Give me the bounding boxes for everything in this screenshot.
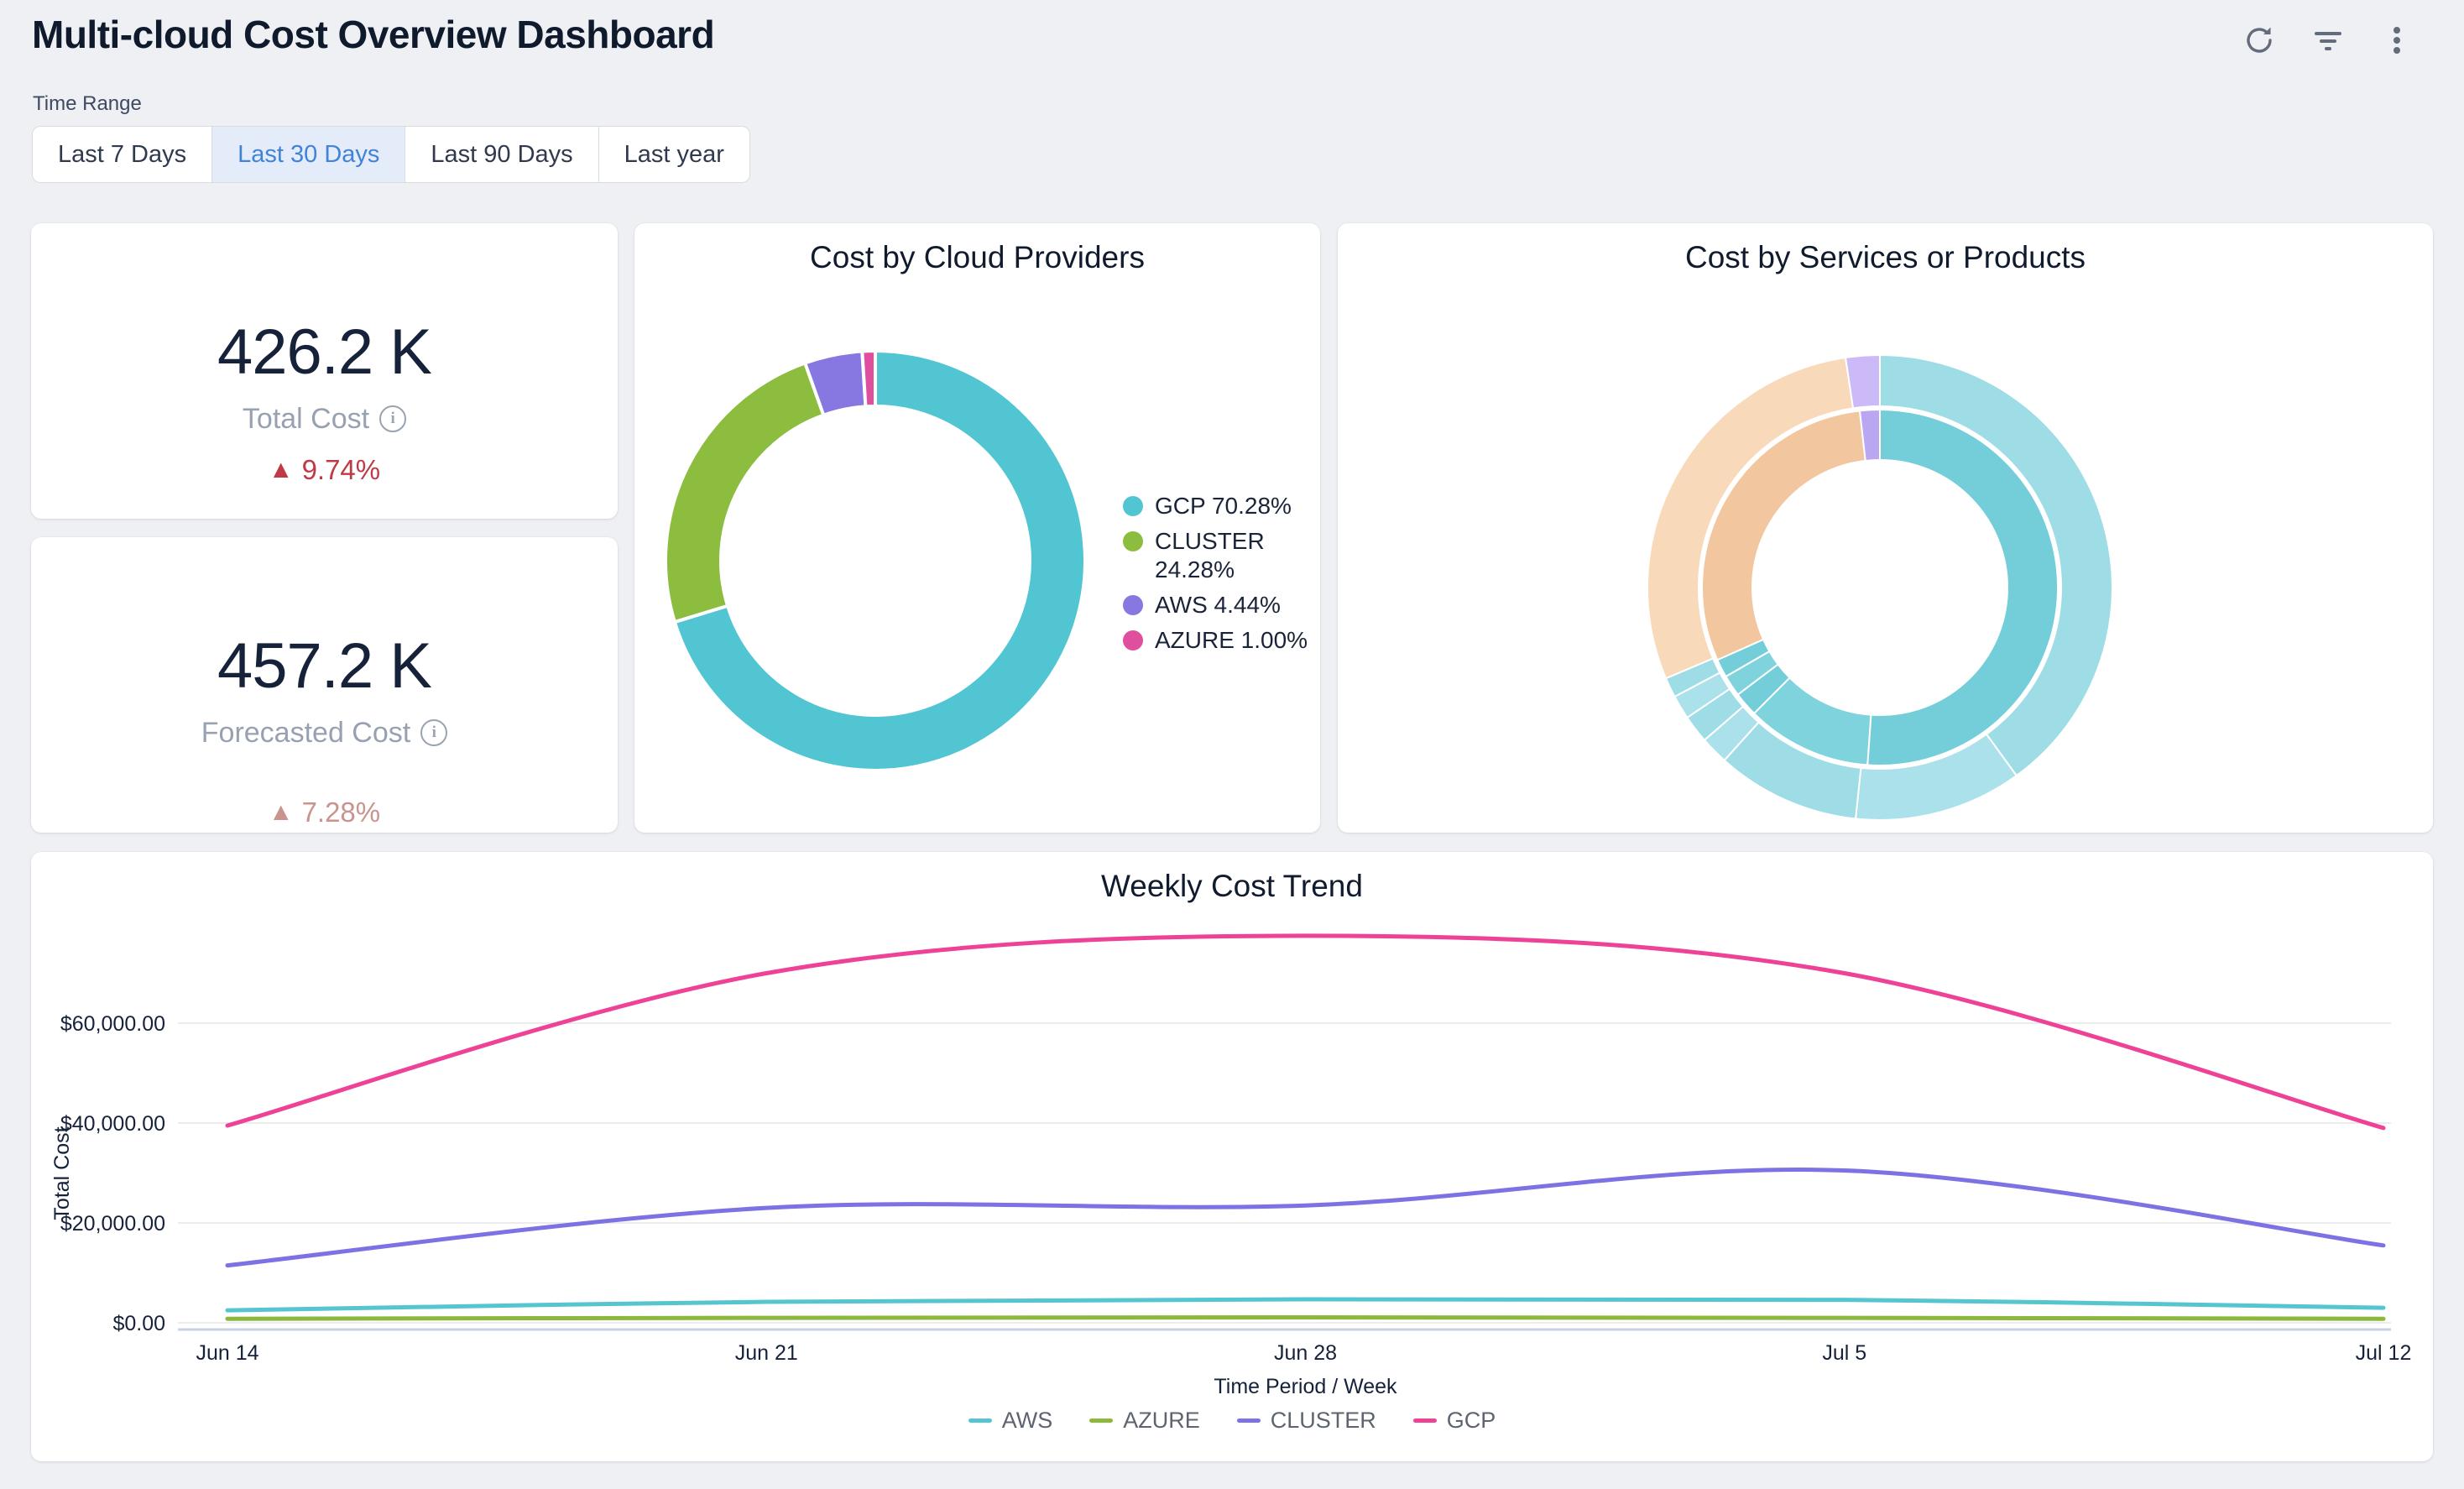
forecasted-cost-value: 457.2 K	[217, 631, 431, 702]
filter-icon	[2311, 24, 2345, 57]
x-tick-label: Jun 28	[1274, 1341, 1337, 1365]
legend-label: GCP	[1447, 1408, 1496, 1434]
forecasted-cost-label: Forecasted Cost i	[201, 717, 447, 750]
y-tick-label: $60,000.00	[60, 1012, 165, 1036]
refresh-button[interactable]	[2241, 22, 2278, 59]
total-cost-card: 426.2 K Total Cost i ▲ 9.74%	[31, 223, 618, 519]
line-series-aws	[227, 1299, 2383, 1311]
legend-label: CLUSTER	[1271, 1408, 1376, 1434]
forecasted-cost-label-text: Forecasted Cost	[201, 717, 410, 750]
legend-item-gcp[interactable]: GCP	[1413, 1408, 1496, 1434]
legend-swatch-icon	[1237, 1418, 1261, 1423]
sunburst-chart-title: Cost by Services or Products	[1338, 240, 2433, 275]
total-cost-delta: ▲ 9.74%	[269, 454, 380, 486]
legend-label: AWS	[1002, 1408, 1053, 1434]
header-toolbar	[2241, 22, 2415, 59]
cloud-providers-donut-chart	[649, 334, 1102, 787]
y-axis-title: Total Cost	[50, 1126, 74, 1220]
up-triangle-icon: ▲	[269, 798, 294, 827]
line-series-azure	[227, 1318, 2383, 1319]
x-tick-label: Jun 14	[196, 1341, 258, 1365]
forecasted-cost-card: 457.2 K Forecasted Cost i ▲ 7.28%	[31, 537, 618, 833]
legend-item-aws[interactable]: AWS 4.44%	[1123, 591, 1312, 619]
y-tick-label: $0.00	[112, 1312, 165, 1335]
donut-slice-azure[interactable]	[862, 351, 875, 406]
forecasted-cost-delta-text: 7.28%	[302, 797, 381, 828]
legend-item-cluster[interactable]: CLUSTER	[1237, 1408, 1376, 1434]
info-icon[interactable]: i	[379, 405, 406, 432]
y-tick-label: $20,000.00	[60, 1212, 165, 1236]
line-chart-title: Weekly Cost Trend	[31, 869, 2433, 904]
x-tick-label: Jun 21	[735, 1341, 798, 1365]
donut-legend: GCP 70.28% CLUSTER 24.28% AWS 4.44% AZURE 1…	[1123, 492, 1312, 655]
up-triangle-icon: ▲	[269, 456, 294, 484]
kebab-menu-icon	[2380, 24, 2414, 57]
info-icon[interactable]: i	[420, 719, 447, 746]
total-cost-label: Total Cost i	[243, 403, 406, 436]
time-range-last-year[interactable]: Last year	[598, 127, 749, 182]
legend-label: CLUSTER 24.28%	[1155, 527, 1312, 584]
page-title: Multi-cloud Cost Overview Dashboard	[32, 12, 714, 57]
total-cost-delta-text: 9.74%	[302, 454, 381, 486]
x-axis-title: Time Period / Week	[1214, 1375, 1397, 1398]
cost-by-cloud-providers-card: Cost by Cloud Providers GCP 70.28% CLUSTE…	[634, 223, 1320, 833]
more-button[interactable]	[2378, 22, 2415, 59]
x-tick-label: Jul 5	[1822, 1341, 1866, 1365]
weekly-cost-trend-chart: $0.00 $20,000.00 $40,000.00 $60,000.00 Jun 1…	[31, 906, 2433, 1410]
time-range-button-group: Last 7 Days Last 30 Days Last 90 Days La…	[32, 126, 750, 183]
time-range-last-7-days[interactable]: Last 7 Days	[33, 127, 211, 182]
weekly-cost-trend-card: Weekly Cost Trend $0.00 $20,000.00 $40,000…	[31, 852, 2433, 1461]
line-series-cluster	[227, 1170, 2383, 1266]
donut-chart-title: Cost by Cloud Providers	[634, 240, 1320, 275]
legend-dot-icon	[1123, 496, 1143, 516]
legend-label: GCP 70.28%	[1155, 492, 1292, 520]
cost-by-services-card: Cost by Services or Products	[1338, 223, 2433, 833]
time-range-last-90-days[interactable]: Last 90 Days	[405, 127, 598, 182]
legend-item-gcp[interactable]: GCP 70.28%	[1123, 492, 1312, 520]
services-sunburst-chart	[1637, 344, 2123, 831]
x-tick-label: Jul 12	[2356, 1341, 2412, 1365]
line-series-gcp	[227, 936, 2383, 1128]
legend-label: AZURE	[1123, 1408, 1200, 1434]
legend-dot-icon	[1123, 531, 1143, 551]
legend-item-cluster[interactable]: CLUSTER 24.28%	[1123, 527, 1312, 584]
filter-button[interactable]	[2310, 22, 2347, 59]
refresh-icon	[2242, 24, 2276, 57]
legend-label: AWS 4.44%	[1155, 591, 1281, 619]
line-chart-legend: AWS AZURE CLUSTER GCP	[31, 1408, 2433, 1434]
donut-slice-cluster[interactable]	[666, 363, 823, 622]
time-range-last-30-days[interactable]: Last 30 Days	[211, 127, 405, 182]
legend-dot-icon	[1123, 630, 1143, 650]
legend-swatch-icon	[968, 1418, 992, 1423]
total-cost-value: 426.2 K	[217, 317, 431, 388]
legend-swatch-icon	[1413, 1418, 1437, 1423]
legend-item-aws[interactable]: AWS	[968, 1408, 1053, 1434]
legend-label: AZURE 1.00%	[1155, 626, 1308, 655]
total-cost-label-text: Total Cost	[243, 403, 369, 436]
legend-item-azure[interactable]: AZURE	[1089, 1408, 1200, 1434]
forecasted-cost-delta: ▲ 7.28%	[269, 797, 380, 828]
legend-dot-icon	[1123, 595, 1143, 615]
y-tick-label: $40,000.00	[60, 1112, 165, 1136]
time-range-label: Time Range	[33, 92, 142, 116]
legend-swatch-icon	[1089, 1418, 1113, 1423]
legend-item-azure[interactable]: AZURE 1.00%	[1123, 626, 1312, 655]
